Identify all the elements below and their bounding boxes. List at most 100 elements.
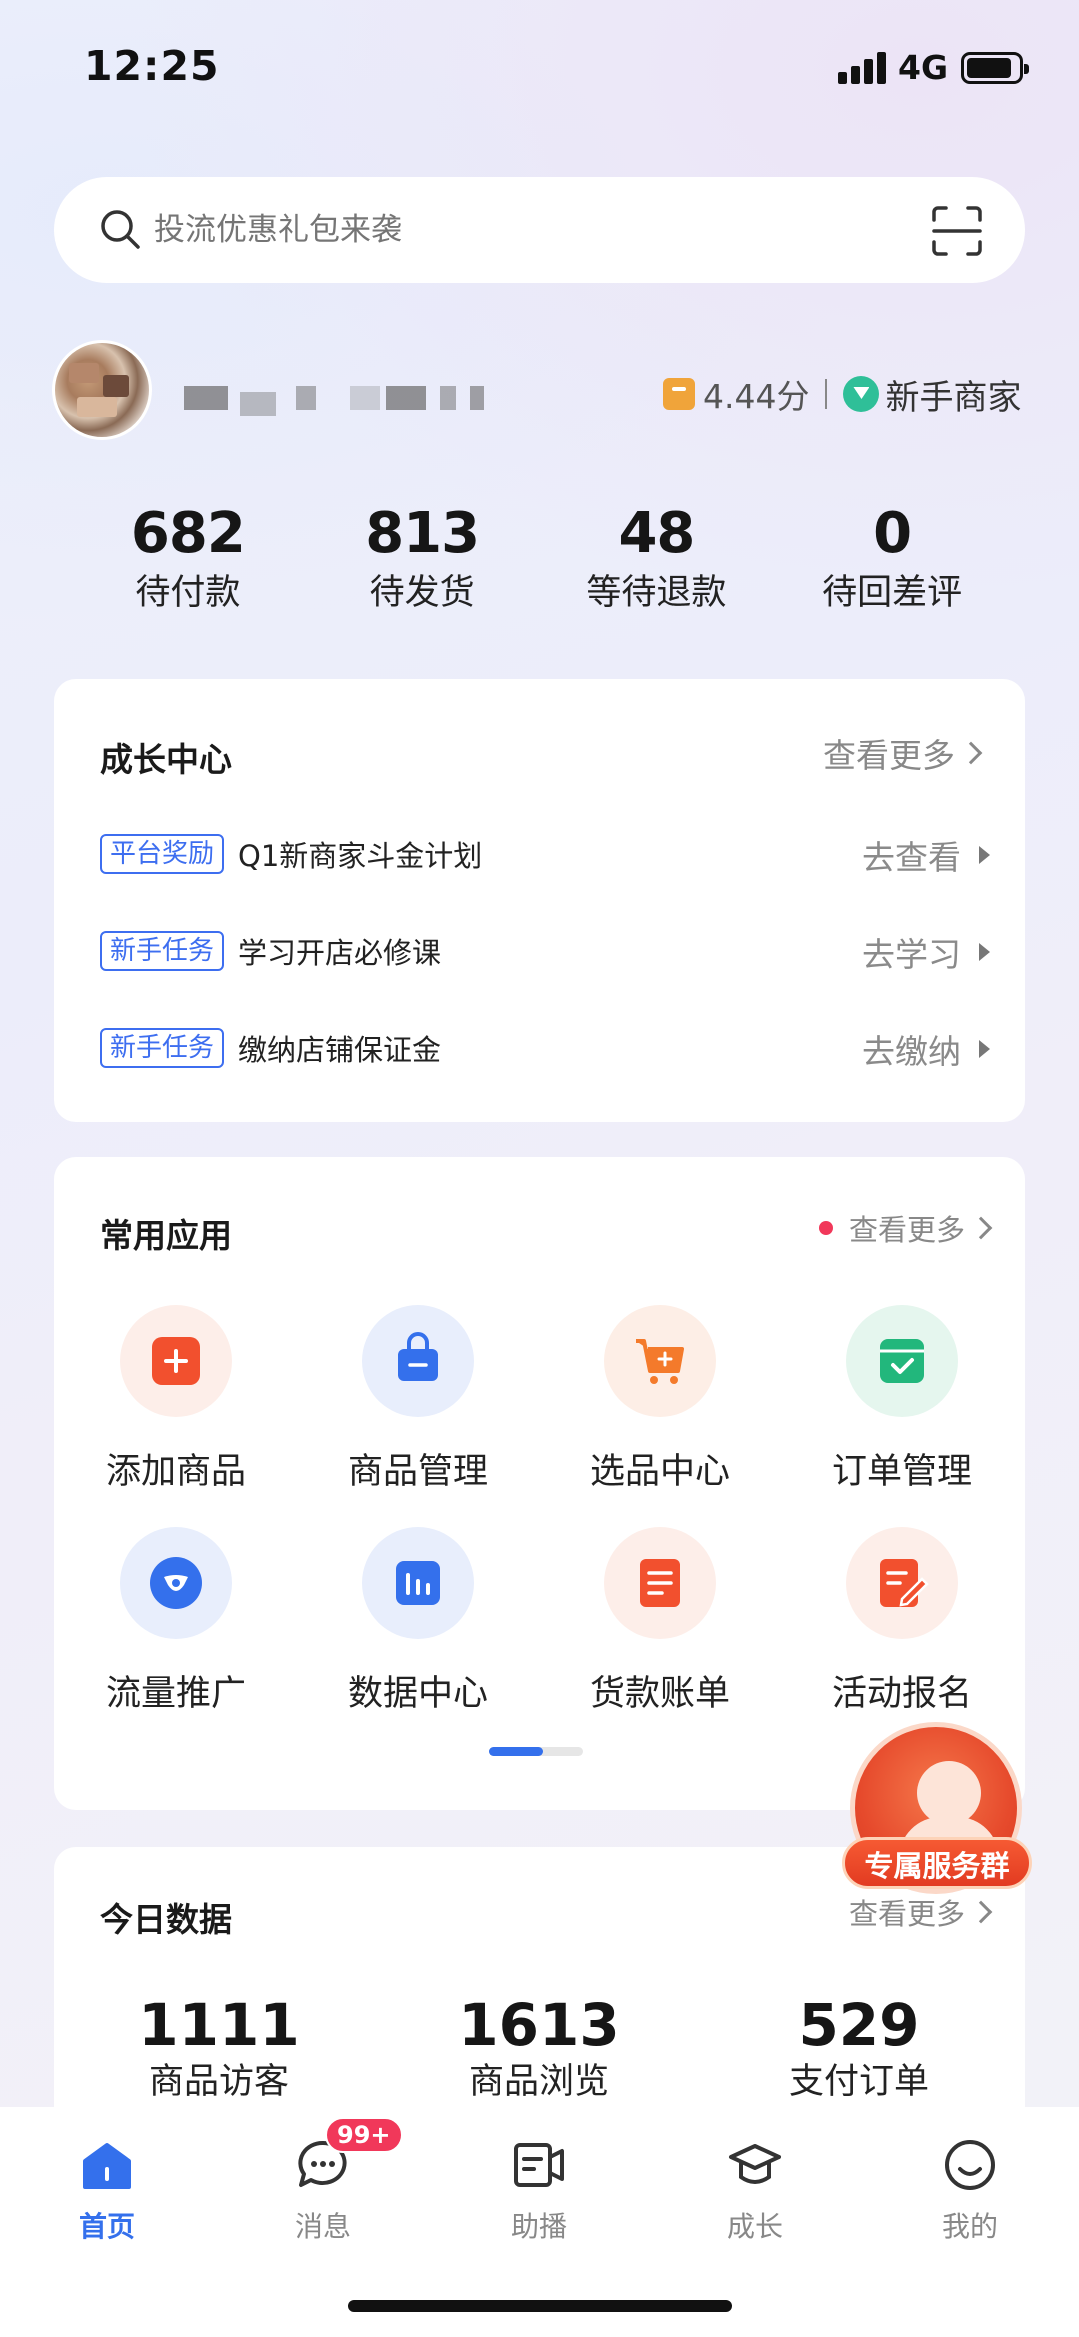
app-label: 流量推广 [105,1674,246,1714]
home-icon [79,2137,135,2193]
stat-value: 0 [873,501,912,566]
signup-edit-icon [846,1527,958,1639]
stat-value: 529 [798,1991,920,2059]
order-check-icon [846,1305,958,1417]
divider [825,379,828,409]
today-stat-views[interactable]: 1613 商品浏览 [374,1992,704,2106]
chevron-right-icon [959,741,983,765]
action-label: 去缴纳 [862,1032,961,1071]
growth-center-card: 成长中心 查看更多 平台奖励 Q1新商家斗金计划 去查看 新手任务 学习开店必修… [54,679,1025,1122]
shop-bag-icon [663,378,695,410]
notification-dot-icon [818,1221,833,1235]
apps-more-link[interactable]: 查看更多 [818,1207,993,1249]
service-group-label: 专属服务群 [842,1837,1032,1889]
order-stats: 682 待付款 813 待发货 48 等待退款 0 待回差评 [70,500,1010,618]
action-label: 去查看 [862,838,961,877]
app-label: 商品管理 [347,1452,488,1492]
stat-pending-payment[interactable]: 682 待付款 [70,500,306,618]
today-title: 今日数据 [100,1900,232,1939]
more-label: 查看更多 [848,1213,965,1247]
stat-negative-review[interactable]: 0 待回差评 [774,500,1010,618]
shop-avatar[interactable] [52,340,152,440]
stat-value: 682 [130,501,246,566]
stat-label: 等待退款 [586,573,727,613]
network-type: 4G [898,48,949,87]
app-payment-bill[interactable]: 货款账单 [560,1527,760,1716]
tab-label: 成长 [726,2210,783,2243]
shop-score: 4.44分 [703,377,810,416]
tab-label: 首页 [78,2210,135,2243]
shop-score-row[interactable]: 4.44分 新手商家 [663,372,1022,418]
stat-pending-shipment[interactable]: 813 待发货 [306,500,539,618]
app-order-manage[interactable]: 订单管理 [802,1305,1002,1494]
today-stat-visitors[interactable]: 1111 商品访客 [54,1992,384,2106]
common-apps-card: 常用应用 查看更多 添加商品 商品管理 选品中心 订单管理 流量推广 数据中心 … [54,1157,1025,1810]
growth-item[interactable]: 平台奖励 Q1新商家斗金计划 去查看 [100,831,990,877]
add-product-icon [120,1305,232,1417]
growth-action[interactable]: 去学习 [862,928,990,976]
service-group-float[interactable]: 专属服务群 [842,1722,1032,1902]
stat-label: 待回差评 [822,573,963,613]
app-add-product[interactable]: 添加商品 [76,1305,276,1494]
search-input[interactable] [154,203,854,257]
apps-title: 常用应用 [100,1216,232,1255]
growth-item[interactable]: 新手任务 缴纳店铺保证金 去缴纳 [100,1025,990,1071]
growth-title: 成长中心 [100,740,232,779]
app-label: 选品中心 [589,1452,730,1492]
stat-value: 1613 [458,1991,620,2059]
tab-label: 消息 [294,2210,351,2243]
stat-label: 商品浏览 [468,2062,609,2102]
triangle-right-icon [979,846,990,864]
growth-tag: 新手任务 [100,931,225,971]
merchant-level-icon [843,376,880,412]
app-data-center[interactable]: 数据中心 [318,1527,518,1716]
growth-action[interactable]: 去查看 [862,831,990,879]
app-label: 添加商品 [105,1452,246,1492]
stat-value: 1111 [138,1991,300,2059]
message-icon: 99+ [295,2117,403,2193]
status-bar: 12:25 4G [0,0,1079,130]
action-label: 去学习 [862,935,961,974]
tab-assist-broadcast[interactable]: 助播 [479,2137,599,2245]
growth-text: Q1新商家斗金计划 [238,839,483,873]
tab-growth[interactable]: 成长 [695,2137,815,2245]
growth-tag: 新手任务 [100,1028,225,1068]
triangle-right-icon [979,1040,990,1058]
app-traffic-promotion[interactable]: 流量推广 [76,1527,276,1716]
growth-action[interactable]: 去缴纳 [862,1025,990,1073]
assist-broadcast-icon [511,2137,567,2193]
app-label: 订单管理 [831,1452,972,1492]
traffic-icon [120,1527,232,1639]
tab-home[interactable]: 首页 [47,2137,167,2245]
stat-label: 商品访客 [148,2062,289,2102]
bar-chart-icon [362,1527,474,1639]
app-product-manage[interactable]: 商品管理 [318,1305,518,1494]
stat-value: 813 [365,501,480,566]
tab-profile[interactable]: 我的 [910,2137,1030,2245]
stat-label: 待付款 [135,573,241,613]
search-bar[interactable] [54,177,1025,283]
stat-pending-refund[interactable]: 48 等待退款 [539,500,775,618]
growth-text: 缴纳店铺保证金 [238,1033,442,1067]
shop-name-redacted [180,382,510,416]
more-label: 查看更多 [823,736,955,775]
merchant-level: 新手商家 [885,377,1022,418]
today-stat-orders[interactable]: 529 支付订单 [694,1992,1024,2106]
app-label: 数据中心 [347,1674,488,1714]
bill-icon [604,1527,716,1639]
growth-more-link[interactable]: 查看更多 [823,729,983,777]
app-activity-signup[interactable]: 活动报名 [802,1527,1002,1716]
graduation-cap-icon [727,2137,783,2193]
cart-icon [604,1305,716,1417]
search-icon [101,210,140,249]
stat-label: 待发货 [369,573,475,613]
growth-tag: 平台奖励 [100,834,225,874]
app-selection-center[interactable]: 选品中心 [560,1305,760,1494]
scan-icon[interactable] [930,204,984,258]
tab-messages[interactable]: 99+ 消息 [263,2117,403,2245]
chevron-right-icon [969,1900,993,1924]
battery-icon [961,52,1029,84]
message-badge: 99+ [325,2117,403,2153]
growth-text: 学习开店必修课 [238,936,442,970]
growth-item[interactable]: 新手任务 学习开店必修课 去学习 [100,928,990,974]
